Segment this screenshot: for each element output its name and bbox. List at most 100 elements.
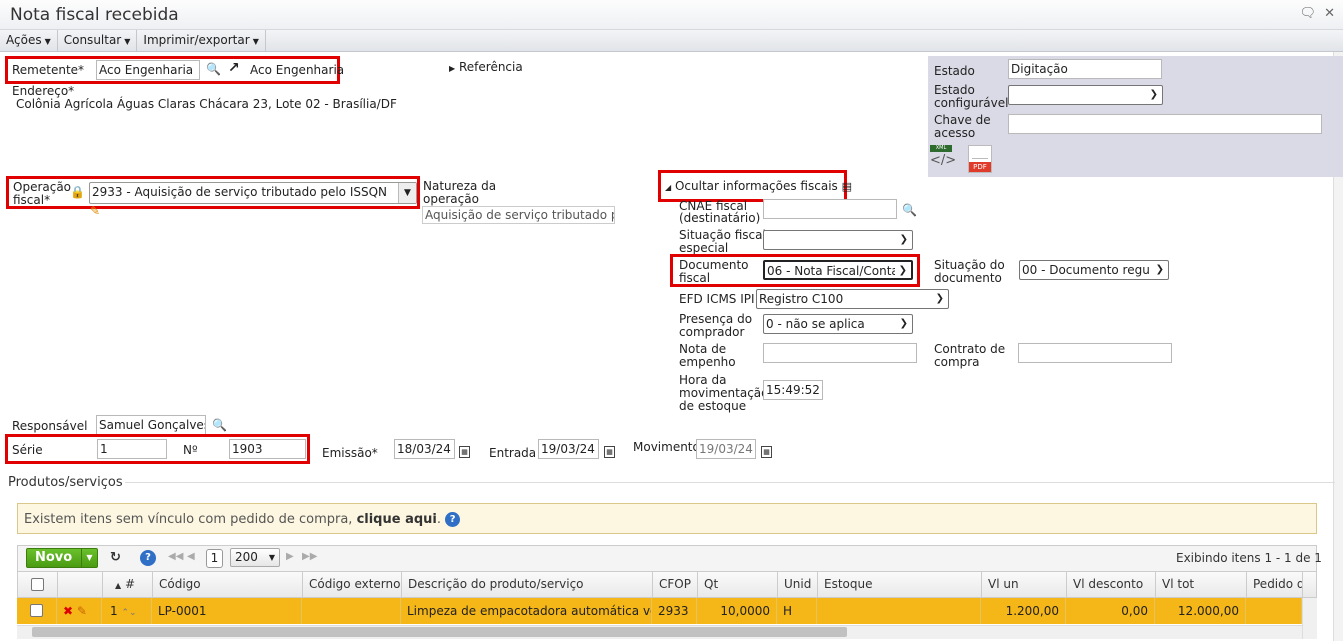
search-icon[interactable]: 🔍 [212, 418, 227, 432]
hora-input[interactable]: 15:49:52 [763, 380, 823, 400]
situacao-fiscal-select[interactable]: ❯ [763, 230, 913, 250]
col-vl-desconto[interactable]: Vl desconto [1067, 572, 1156, 597]
move-down-icon[interactable]: ⌄ [129, 608, 137, 618]
novo-button[interactable]: Novo ▼ [26, 548, 98, 568]
remetente-label: Remetente* [12, 63, 85, 77]
referencia-label: Referência [458, 60, 523, 74]
search-icon[interactable]: 🔍 [206, 62, 221, 76]
chevron-down-icon: ❯ [1155, 264, 1164, 276]
responsavel-input[interactable]: Samuel Gonçalves [96, 415, 206, 435]
col-vl-tot[interactable]: Vl tot [1156, 572, 1247, 597]
delete-icon[interactable]: ✖ [63, 604, 73, 618]
warning-link[interactable]: clique aqui [357, 512, 437, 527]
fiscal-toggle[interactable]: ◢ Ocultar informações fiscais ▤ [665, 180, 852, 194]
row-qt: 10,0000 [697, 598, 777, 624]
select-all-cell[interactable] [18, 572, 58, 597]
last-page-icon[interactable]: ▶▶ [302, 551, 317, 562]
help-icon[interactable]: ? [445, 512, 461, 527]
xml-icon[interactable]: XML </> [930, 145, 956, 173]
help-icon[interactable]: ? [140, 550, 156, 566]
serie-input[interactable]: 1 [97, 439, 167, 459]
chevron-down-icon: ❯ [935, 293, 944, 304]
chevron-down-icon: ❯ [899, 234, 908, 245]
comment-icon[interactable]: 🗨 [1299, 6, 1316, 21]
col-codigo[interactable]: Código [153, 572, 303, 597]
situacao-doc-select[interactable]: 00 - Documento regular ❯ [1019, 260, 1169, 280]
referencia-toggle[interactable]: ▶ Referência [449, 61, 523, 75]
col-num[interactable]: ▲ # [103, 572, 153, 597]
emissao-input[interactable]: 18/03/24 [394, 439, 455, 459]
presenca-label-2: comprador [679, 325, 745, 339]
entrada-input[interactable]: 19/03/24 [538, 439, 599, 459]
documento-fiscal-select[interactable]: 06 - Nota Fiscal/Conta de❯ [763, 260, 913, 280]
page-number-input[interactable]: 1 [206, 549, 223, 568]
documento-fiscal-value: 06 - Nota Fiscal/Conta de [767, 264, 895, 278]
remetente-input[interactable]: Aco Engenharia [96, 60, 200, 80]
numero-input[interactable]: 1903 [229, 439, 306, 459]
col-unid[interactable]: Unid [778, 572, 818, 597]
remetente-link[interactable]: Aco Engenharia [250, 64, 344, 77]
movimento-input[interactable]: 19/03/24 [696, 439, 756, 459]
move-up-icon[interactable]: ⌃ [121, 608, 129, 618]
pencil-icon[interactable]: ✎ [90, 204, 100, 218]
pdf-icon[interactable]: PDF [968, 145, 992, 173]
pdf-lines [972, 149, 988, 159]
col-estoque[interactable]: Estoque [818, 572, 982, 597]
window-title: Nota fiscal recebida [10, 5, 179, 25]
contrato-input[interactable] [1018, 343, 1172, 363]
caret-down-icon: ▼ [44, 37, 51, 46]
chave-input[interactable] [1008, 114, 1322, 134]
menu-consultar[interactable]: Consultar ▼ [58, 30, 138, 52]
table-vertical-scrollbar[interactable] [1302, 598, 1317, 639]
caret-down-icon: ▼ [124, 37, 131, 46]
nota-empenho-input[interactable] [763, 343, 917, 363]
chevron-down-icon: ❯ [899, 318, 908, 329]
xml-badge: XML [930, 145, 952, 152]
cnae-input[interactable] [763, 199, 897, 219]
row-checkbox-cell[interactable] [17, 598, 57, 624]
table-row[interactable]: ✖ ✎ 1 ⌃⌄ LP-0001 Limpeza de empacotadora… [17, 598, 1302, 624]
presenca-select[interactable]: 0 - não se aplica ❯ [763, 314, 913, 334]
calendar-icon[interactable]: ▦ [604, 443, 615, 458]
pencil-icon[interactable]: ✎ [77, 604, 87, 618]
cnae-label-2: (destinatário) [679, 211, 761, 225]
col-vl-un[interactable]: Vl un [982, 572, 1067, 597]
operacao-label-2: fiscal* [13, 193, 51, 207]
natureza-input[interactable]: Aquisição de serviço tributado pelo [422, 206, 615, 224]
external-link-icon[interactable]: ↗ [228, 60, 240, 76]
row-num-value: 1 [110, 604, 118, 618]
first-page-icon[interactable]: ◀◀ [168, 551, 183, 562]
select-all-checkbox[interactable] [31, 578, 44, 591]
produtos-section-title: Produtos/serviços [8, 475, 123, 490]
col-cfop[interactable]: CFOP [653, 572, 698, 597]
page-size-select[interactable]: 200 ▼ [230, 548, 280, 567]
menu-imprimir[interactable]: Imprimir/exportar ▼ [137, 30, 266, 52]
col-qt[interactable]: Qt [698, 572, 778, 597]
close-icon[interactable]: ✕ [1324, 6, 1335, 21]
col-codigo-externo[interactable]: Código externo [303, 572, 402, 597]
row-checkbox[interactable] [30, 604, 43, 617]
scrollbar-thumb[interactable] [32, 627, 847, 637]
caret-down-icon[interactable]: ▼ [81, 549, 97, 567]
contrato-label-2: compra [934, 355, 980, 369]
responsavel-label: Responsável [12, 419, 88, 433]
efd-select[interactable]: Registro C100 ❯ [756, 289, 949, 309]
operacao-select[interactable]: 2933 - Aquisição de serviço tributado pe… [89, 182, 417, 204]
calendar-icon[interactable]: ▦ [459, 443, 470, 458]
estado-input[interactable]: Digitação [1008, 59, 1162, 79]
estado-config-select[interactable]: ❯ [1008, 85, 1163, 105]
search-icon[interactable]: 🔍 [902, 203, 917, 217]
prev-page-icon[interactable]: ◀ [187, 551, 195, 562]
col-actions [58, 572, 103, 597]
calendar-icon[interactable]: ▦ [761, 443, 772, 458]
col-pedido[interactable]: Pedido de [1247, 572, 1303, 597]
refresh-icon[interactable]: ↻ [110, 550, 121, 565]
fiscal-toggle-label: Ocultar informações fiscais [674, 179, 838, 193]
row-vl-tot: 12.000,00 [1155, 598, 1246, 624]
col-descricao[interactable]: Descrição do produto/serviço [402, 572, 653, 597]
menu-bar: Ações ▼ Consultar ▼ Imprimir/exportar ▼ [0, 30, 1343, 52]
row-vl-un: 1.200,00 [981, 598, 1066, 624]
next-page-icon[interactable]: ▶ [286, 551, 294, 562]
entrada-label: Entrada [489, 446, 537, 460]
menu-acoes[interactable]: Ações ▼ [0, 30, 58, 52]
